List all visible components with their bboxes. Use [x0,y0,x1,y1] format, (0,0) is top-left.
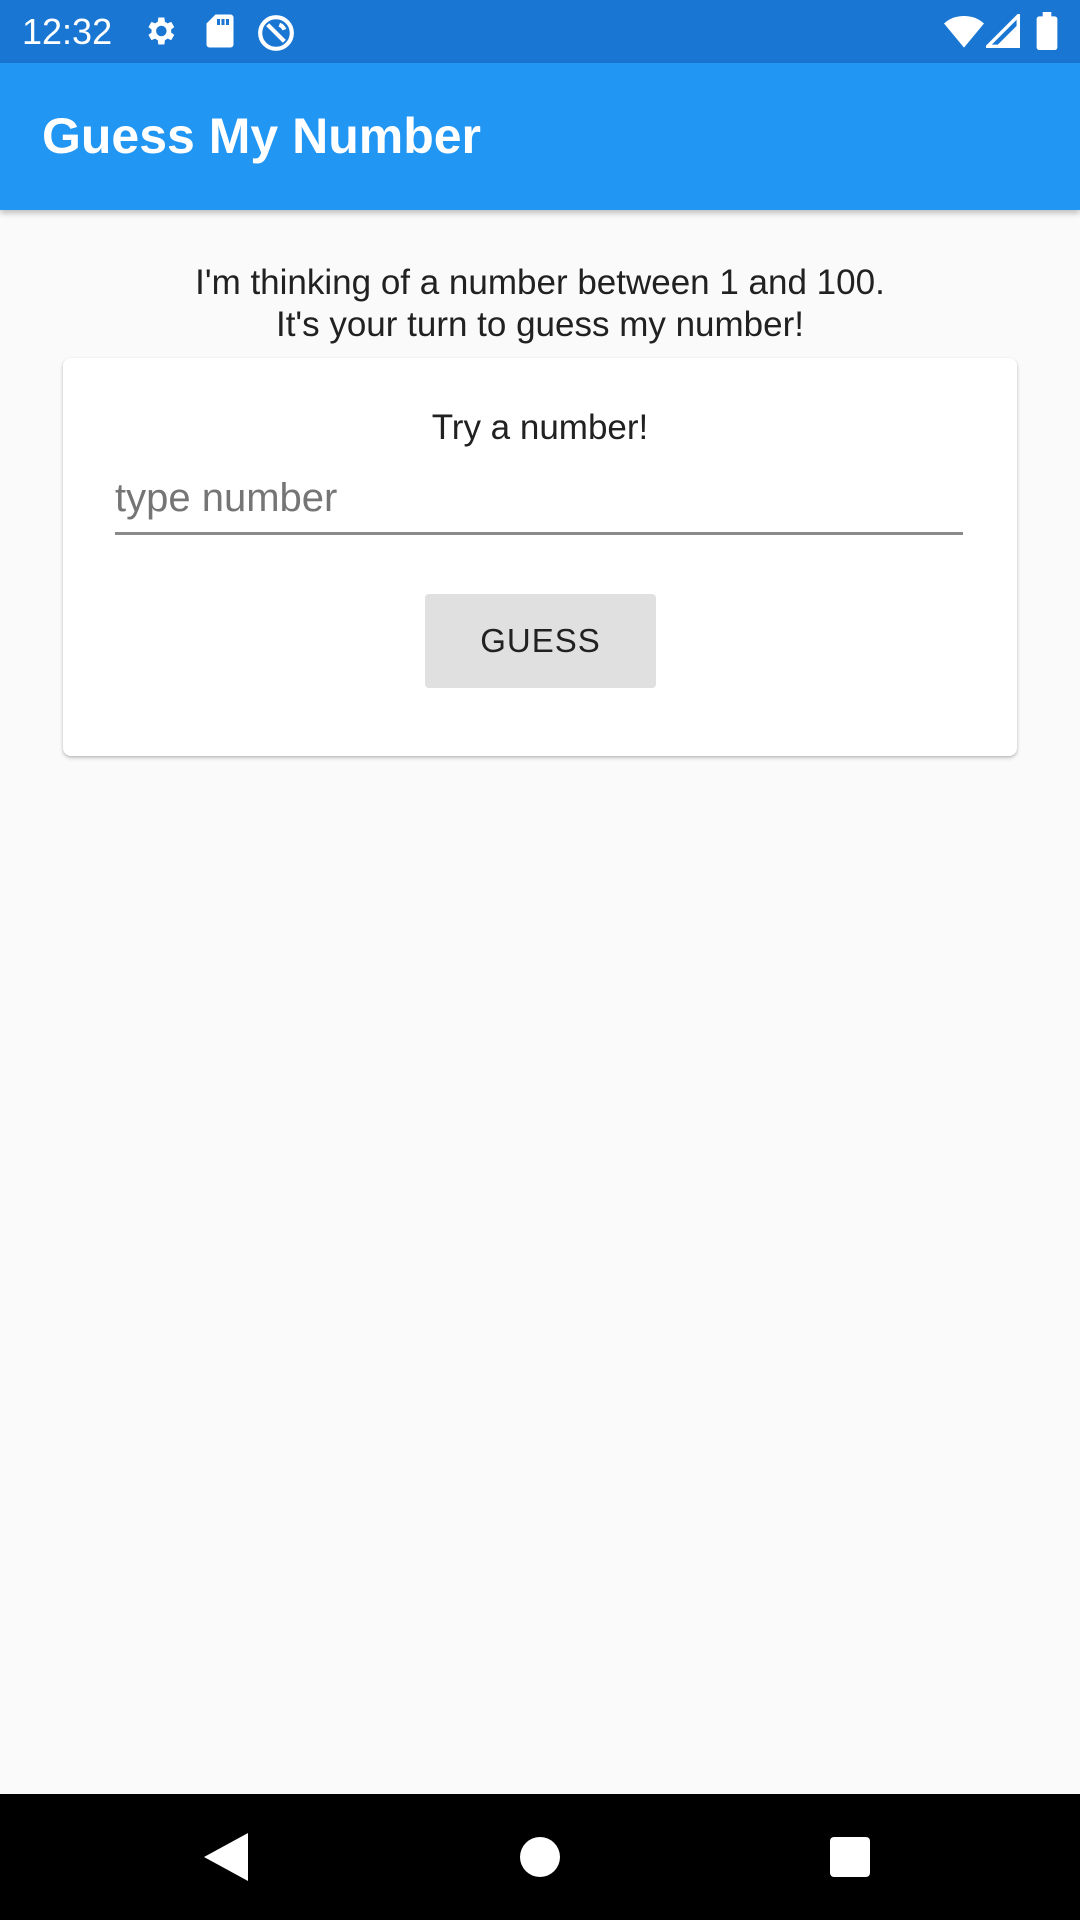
wifi-icon [944,14,984,53]
status-time: 12:32 [22,11,113,52]
intro-line-2: It's your turn to guess my number! [275,305,804,344]
guess-card: Try a number! GUESS [63,358,1017,756]
intro-text: I'm thinking of a number between 1 and 1… [0,262,1080,346]
back-icon [204,1833,248,1881]
recents-icon [830,1837,870,1877]
settings-icon [142,13,178,54]
status-bar: 12:32 [0,0,1080,63]
intro-line-1: I'm thinking of a number between 1 and 1… [195,263,885,302]
back-button[interactable] [156,1794,296,1920]
home-button[interactable] [470,1794,610,1920]
home-icon [520,1837,560,1877]
no-disturb-icon [256,13,296,58]
app-bar: Guess My Number [0,63,1080,210]
recents-button[interactable] [780,1794,920,1920]
app-title: Guess My Number [42,108,482,164]
battery-icon [1036,12,1058,55]
signal-icon [983,11,1020,53]
sd-card-icon [204,13,236,54]
card-title: Try a number! [431,408,649,447]
number-input[interactable] [115,464,963,535]
guess-button[interactable]: GUESS [425,594,656,688]
navigation-bar [0,1794,1080,1920]
